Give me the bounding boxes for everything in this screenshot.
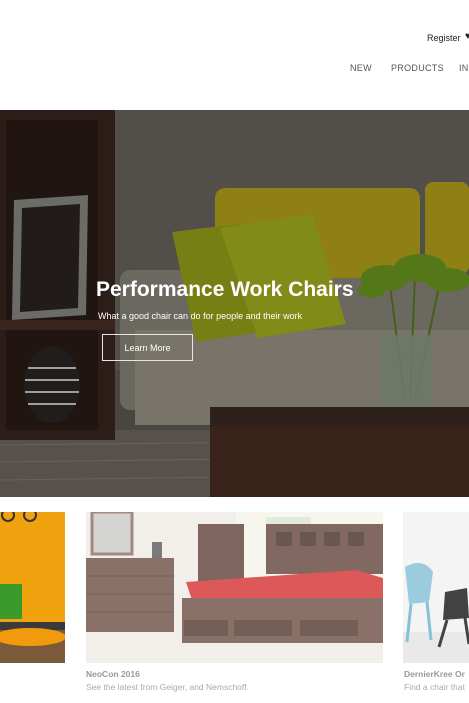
hero-subtitle: What a good chair can do for people and …	[98, 311, 303, 321]
nav-item-in[interactable]: IN	[459, 63, 469, 73]
card-neocon[interactable]	[86, 512, 383, 663]
card-orange-room[interactable]	[0, 512, 65, 663]
nav-item-products[interactable]: PRODUCTS	[391, 63, 444, 73]
hero-banner: Performance Work Chairs What a good chai…	[0, 110, 469, 497]
register-link[interactable]: Register	[427, 33, 461, 43]
hero-title: Performance Work Chairs	[96, 278, 354, 301]
card-description: Find a chair that	[404, 682, 465, 692]
nav-item-new[interactable]: NEW	[350, 63, 372, 73]
card-description: See the latest from Geiger, and Nemschof…	[86, 682, 249, 692]
card-image	[0, 512, 65, 663]
learn-more-button[interactable]: Learn More	[102, 334, 193, 361]
heart-icon[interactable]: ♥	[465, 31, 469, 42]
card-dernierkree[interactable]	[403, 512, 469, 663]
site-header: Register ♥ NEW PRODUCTS IN	[0, 0, 469, 110]
hero-image	[0, 110, 469, 497]
card-title: DernierKree Or	[404, 669, 465, 679]
card-image	[403, 512, 469, 663]
card-title: NeoCon 2016	[86, 669, 140, 679]
card-image	[86, 512, 383, 663]
